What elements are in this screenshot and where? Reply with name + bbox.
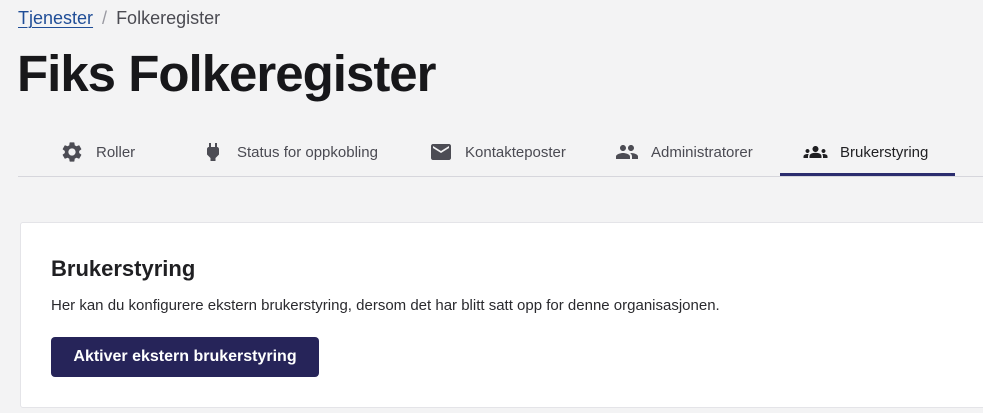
tab-kontakteposter[interactable]: Kontakteposter: [429, 127, 566, 177]
brukerstyring-card: Brukerstyring Her kan du konfigurere eks…: [20, 222, 983, 408]
tab-label: Status for oppkobling: [237, 143, 378, 161]
mail-icon: [429, 140, 453, 164]
breadcrumb-current: Folkeregister: [116, 8, 221, 28]
groups-icon: [803, 140, 828, 164]
card-title: Brukerstyring: [51, 256, 196, 281]
tab-bar: Roller Status for oppkobling Kontaktepos…: [18, 127, 983, 177]
gear-icon: [60, 140, 84, 164]
tab-brukerstyring[interactable]: Brukerstyring: [803, 127, 928, 177]
breadcrumb-separator: /: [102, 8, 108, 28]
tab-status-for-oppkobling[interactable]: Status for oppkobling: [201, 127, 378, 177]
tab-label: Administratorer: [651, 143, 753, 161]
plug-icon: [201, 140, 225, 164]
active-tab-indicator: [780, 173, 955, 176]
activate-external-user-management-button[interactable]: Aktiver ekstern brukerstyring: [51, 337, 319, 377]
tab-administratorer[interactable]: Administratorer: [615, 127, 753, 177]
page-title: Fiks Folkeregister: [17, 45, 437, 102]
breadcrumb: Tjenester / Folkeregister: [18, 8, 220, 29]
people-icon: [615, 140, 639, 164]
card-description: Her kan du konfigurere ekstern brukersty…: [51, 297, 720, 314]
tab-label: Kontakteposter: [465, 143, 566, 161]
tab-label: Roller: [96, 143, 136, 161]
breadcrumb-link-tjenester[interactable]: Tjenester: [18, 8, 93, 29]
tab-label: Brukerstyring: [840, 143, 929, 161]
tab-roller[interactable]: Roller: [60, 127, 135, 177]
